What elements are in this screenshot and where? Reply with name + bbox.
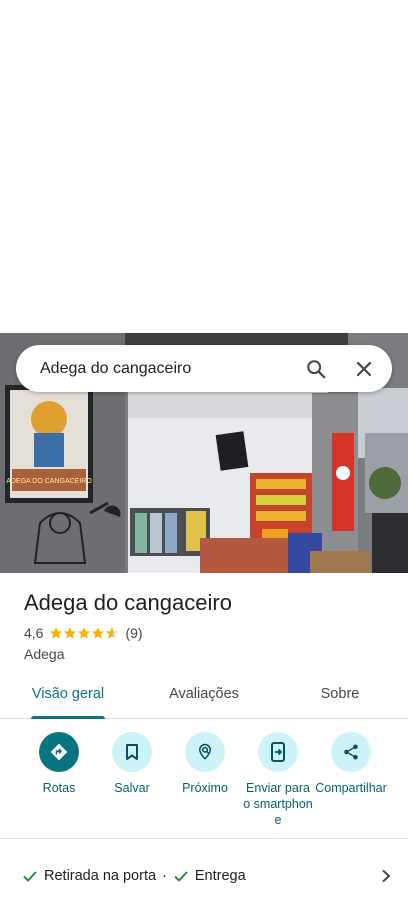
bookmark-icon bbox=[112, 732, 152, 772]
review-count[interactable]: (9) bbox=[125, 625, 142, 641]
star-rating bbox=[49, 626, 119, 640]
check-icon bbox=[173, 868, 189, 884]
place-category: Adega bbox=[24, 646, 65, 662]
star-icon bbox=[92, 627, 105, 639]
rating-value: 4,6 bbox=[24, 625, 44, 641]
place-title: Adega do cangaceiro bbox=[24, 590, 232, 615]
save-label: Salvar bbox=[114, 781, 150, 795]
service-delivery: Entrega bbox=[194, 868, 246, 884]
nearby-icon bbox=[185, 732, 225, 772]
search-icon[interactable] bbox=[292, 345, 340, 392]
star-icon bbox=[78, 627, 91, 639]
star-icon bbox=[64, 627, 77, 639]
share-label: Compartilhar bbox=[315, 781, 387, 795]
tab-overview[interactable]: Visão geral bbox=[0, 672, 136, 718]
share-icon bbox=[331, 732, 371, 772]
directions-icon bbox=[39, 732, 79, 772]
directions-label: Rotas bbox=[42, 781, 76, 795]
send-to-phone-icon bbox=[258, 732, 298, 772]
service-curbside-pickup: Retirada na porta bbox=[44, 868, 157, 884]
share-button[interactable]: Compartilhar bbox=[315, 732, 387, 832]
save-button[interactable]: Salvar bbox=[97, 732, 167, 832]
close-icon[interactable] bbox=[340, 345, 388, 392]
tab-bar: Visão geral Avaliações Sobre bbox=[0, 672, 408, 719]
search-bar[interactable]: Adega do cangaceiro bbox=[16, 345, 392, 392]
send-to-phone-button[interactable]: Enviar para o smartphone bbox=[243, 732, 313, 832]
check-icon bbox=[22, 868, 38, 884]
star-icon bbox=[50, 627, 63, 639]
separator-dot: · bbox=[162, 868, 167, 884]
nearby-label: Próximo bbox=[182, 781, 228, 795]
directions-button[interactable]: Rotas bbox=[24, 732, 94, 832]
search-input[interactable]: Adega do cangaceiro bbox=[40, 360, 292, 378]
tab-reviews[interactable]: Avaliações bbox=[136, 672, 272, 718]
chevron-right-icon[interactable] bbox=[380, 869, 392, 883]
tab-about[interactable]: Sobre bbox=[272, 672, 408, 718]
nearby-button[interactable]: Próximo bbox=[170, 732, 240, 832]
service-options-row[interactable]: Retirada na porta · Entrega bbox=[22, 864, 392, 888]
star-half-icon bbox=[106, 627, 119, 639]
action-row: Rotas Salvar Próximo Enviar para o smart… bbox=[0, 732, 408, 832]
rating-row[interactable]: 4,6 (9) bbox=[24, 625, 143, 641]
send-to-phone-label: Enviar para o smartphone bbox=[243, 781, 313, 827]
poster-sign-text: ADEGA DO CANGACEIRO bbox=[6, 478, 92, 485]
divider bbox=[0, 838, 408, 839]
